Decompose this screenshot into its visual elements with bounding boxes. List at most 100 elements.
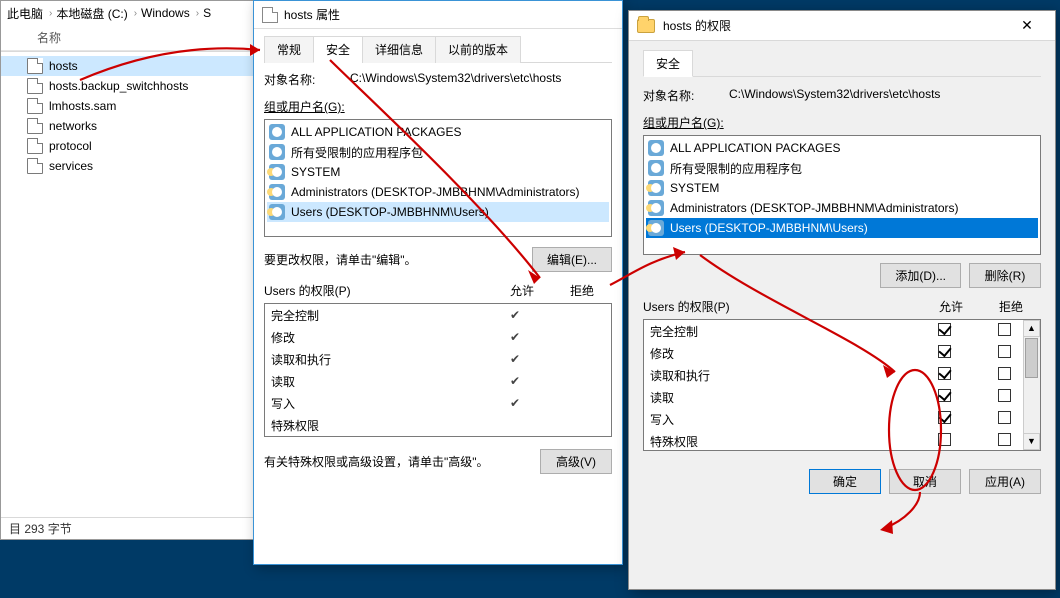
group-icon [269, 124, 285, 140]
breadcrumb-item[interactable]: Windows [141, 6, 190, 20]
edit-button[interactable]: 编辑(E)... [532, 247, 612, 272]
file-row[interactable]: services [1, 156, 254, 176]
perm-row: 读取和执行✔ [265, 348, 611, 370]
breadcrumb-item[interactable]: 此电脑 [7, 5, 43, 22]
tab-previous-versions[interactable]: 以前的版本 [435, 36, 521, 63]
titlebar[interactable]: hosts 属性 [254, 1, 622, 29]
deny-checkbox[interactable] [998, 345, 1011, 358]
file-name: hosts [49, 59, 78, 73]
file-icon [262, 7, 278, 23]
tab-security[interactable]: 安全 [643, 50, 693, 77]
titlebar[interactable]: hosts 的权限 ✕ [629, 11, 1055, 41]
tabstrip: 安全 [643, 49, 1041, 77]
list-item[interactable]: 所有受限制的应用程序包 [267, 142, 609, 162]
allow-checkbox[interactable] [938, 345, 951, 358]
perm-name: 读取和执行 [650, 367, 914, 384]
scrollbar[interactable]: ▲ ▼ [1023, 320, 1040, 450]
list-item[interactable]: Administrators (DESKTOP-JMBBHNM\Administ… [646, 198, 1038, 218]
group-icon [269, 164, 285, 180]
deny-checkbox[interactable] [998, 323, 1011, 336]
list-item-label: SYSTEM [291, 165, 340, 179]
list-item-label: Users (DESKTOP-JMBBHNM\Users) [291, 205, 489, 219]
edit-hint: 要更改权限，请单击"编辑"。 [264, 251, 417, 268]
perm-allow: ✔ [485, 396, 545, 410]
list-item[interactable]: Users (DESKTOP-JMBBHNM\Users) [646, 218, 1038, 238]
deny-checkbox[interactable] [998, 367, 1011, 380]
perm-row: 写入✔ [265, 392, 611, 414]
tab-security[interactable]: 安全 [313, 36, 363, 63]
list-item[interactable]: Users (DESKTOP-JMBBHNM\Users) [267, 202, 609, 222]
file-row[interactable]: hosts [1, 56, 254, 76]
close-button[interactable]: ✕ [1007, 11, 1047, 40]
list-item[interactable]: SYSTEM [646, 178, 1038, 198]
deny-checkbox[interactable] [998, 389, 1011, 402]
perm-row: 特殊权限 [644, 430, 1040, 451]
permissions-editor[interactable]: 完全控制 修改 读取和执行 读取 写入 特殊权限 ▲ ▼ [643, 319, 1041, 451]
window-title: hosts 的权限 [663, 17, 731, 34]
perm-row: 读取 [644, 386, 1040, 408]
file-name: networks [49, 119, 97, 133]
list-item[interactable]: SYSTEM [267, 162, 609, 182]
apply-button[interactable]: 应用(A) [969, 469, 1041, 494]
groups-listbox[interactable]: ALL APPLICATION PACKAGES 所有受限制的应用程序包 SYS… [264, 119, 612, 237]
chevron-right-icon: › [134, 8, 137, 19]
status-text: 目 293 字节 [9, 520, 72, 537]
perm-allow: ✔ [485, 308, 545, 322]
list-item[interactable]: 所有受限制的应用程序包 [646, 158, 1038, 178]
group-icon [648, 200, 664, 216]
groups-listbox[interactable]: ALL APPLICATION PACKAGES 所有受限制的应用程序包 SYS… [643, 135, 1041, 255]
list-item-label: 所有受限制的应用程序包 [670, 160, 802, 177]
remove-button[interactable]: 删除(R) [969, 263, 1041, 288]
list-item[interactable]: ALL APPLICATION PACKAGES [646, 138, 1038, 158]
column-header-name[interactable]: 名称 [1, 25, 254, 51]
list-item-label: Administrators (DESKTOP-JMBBHNM\Administ… [291, 185, 580, 199]
scroll-thumb[interactable] [1025, 338, 1038, 378]
list-item[interactable]: ALL APPLICATION PACKAGES [267, 122, 609, 142]
col-allow: 允许 [921, 298, 981, 315]
cancel-button[interactable]: 取消 [889, 469, 961, 494]
col-deny: 拒绝 [552, 282, 612, 299]
breadcrumb-item[interactable]: 本地磁盘 (C:) [56, 5, 127, 22]
file-icon [27, 98, 43, 114]
file-row[interactable]: hosts.backup_switchhosts [1, 76, 254, 96]
tab-general[interactable]: 常规 [264, 36, 314, 63]
file-name: protocol [49, 139, 92, 153]
add-button[interactable]: 添加(D)... [880, 263, 961, 288]
perm-name: 特殊权限 [650, 433, 914, 450]
perm-row: 完全控制✔ [265, 304, 611, 326]
object-name-value: C:\Windows\System32\drivers\etc\hosts [350, 71, 612, 88]
allow-checkbox[interactable] [938, 411, 951, 424]
perm-allow: ✔ [485, 330, 545, 344]
ok-button[interactable]: 确定 [809, 469, 881, 494]
allow-checkbox[interactable] [938, 367, 951, 380]
list-item[interactable]: Administrators (DESKTOP-JMBBHNM\Administ… [267, 182, 609, 202]
tab-details[interactable]: 详细信息 [362, 36, 436, 63]
perm-name: 修改 [271, 329, 485, 346]
perm-row: 特殊权限 [265, 414, 611, 436]
perm-allow: ✔ [485, 352, 545, 366]
file-row[interactable]: lmhosts.sam [1, 96, 254, 116]
scroll-up-button[interactable]: ▲ [1023, 320, 1040, 337]
chevron-right-icon: › [196, 8, 199, 19]
group-icon [269, 184, 285, 200]
breadcrumb[interactable]: 此电脑› 本地磁盘 (C:)› Windows› S [1, 1, 254, 25]
advanced-button[interactable]: 高级(V) [540, 449, 612, 474]
allow-checkbox[interactable] [938, 433, 951, 446]
list-item-label: Administrators (DESKTOP-JMBBHNM\Administ… [670, 201, 959, 215]
file-list[interactable]: hosts hosts.backup_switchhosts lmhosts.s… [1, 52, 254, 180]
allow-checkbox[interactable] [938, 323, 951, 336]
perm-row: 读取和执行 [644, 364, 1040, 386]
group-icon [648, 160, 664, 176]
perm-name: 完全控制 [650, 323, 914, 340]
group-icon [269, 204, 285, 220]
breadcrumb-item[interactable]: S [203, 6, 211, 20]
file-row[interactable]: protocol [1, 136, 254, 156]
explorer-window: 此电脑› 本地磁盘 (C:)› Windows› S 名称 hosts host… [0, 0, 255, 540]
deny-checkbox[interactable] [998, 433, 1011, 446]
file-row[interactable]: networks [1, 116, 254, 136]
allow-checkbox[interactable] [938, 389, 951, 402]
perm-name: 写入 [650, 411, 914, 428]
perm-allow: ✔ [485, 374, 545, 388]
deny-checkbox[interactable] [998, 411, 1011, 424]
scroll-down-button[interactable]: ▼ [1023, 433, 1040, 450]
